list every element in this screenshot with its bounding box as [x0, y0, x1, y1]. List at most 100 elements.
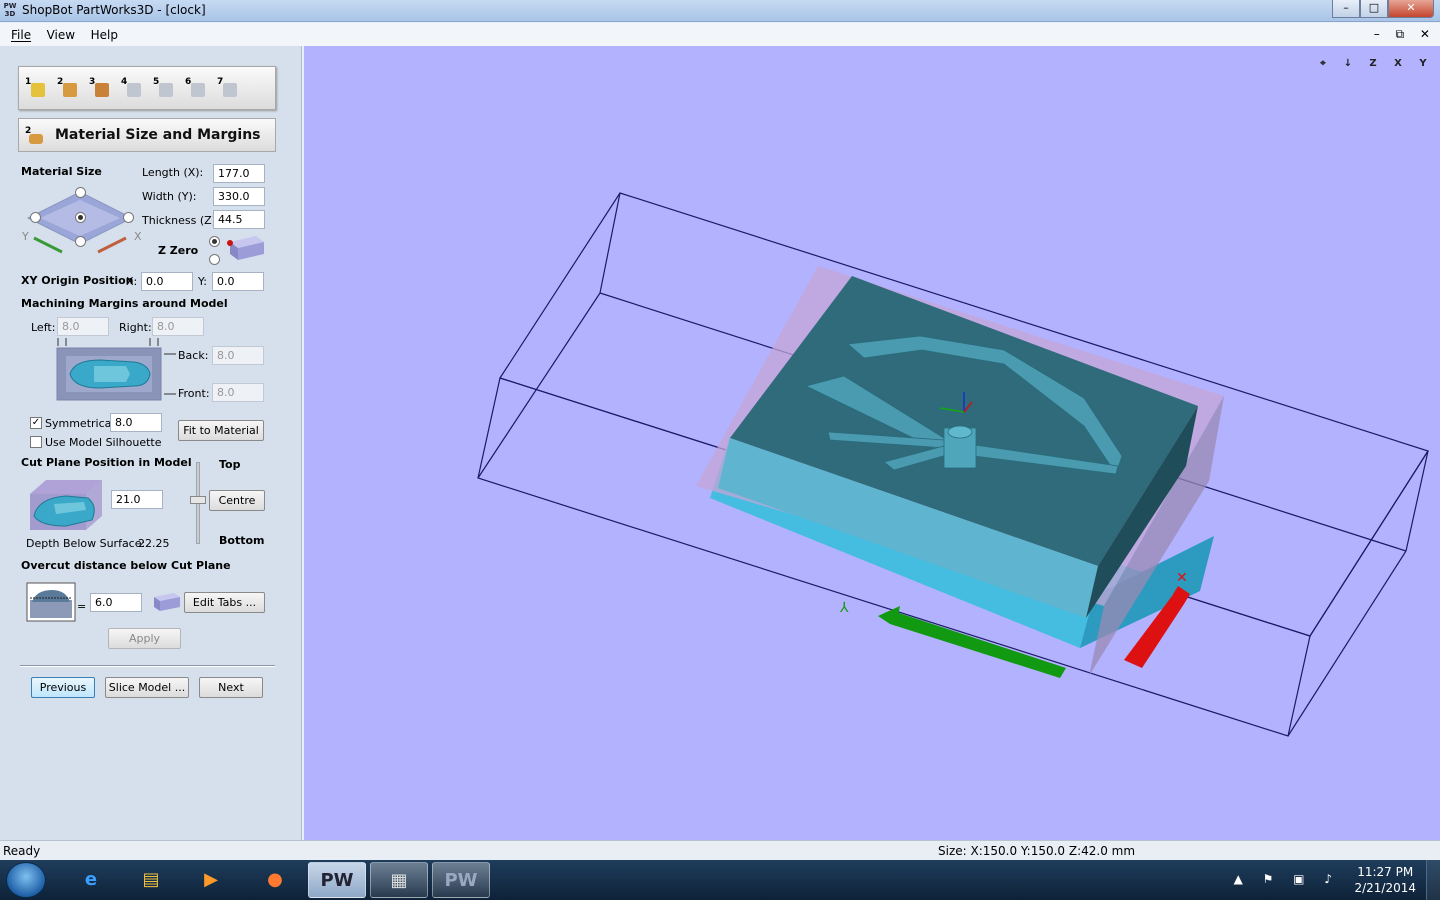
slice-model-button[interactable]: Slice Model ... — [105, 677, 189, 698]
xy-origin-label: XY Origin Position — [21, 274, 134, 287]
edit-tabs-button[interactable]: Edit Tabs ... — [184, 592, 265, 613]
taskbar-partworks3d-icon[interactable]: PW — [308, 862, 366, 898]
taskbar-explorer-icon[interactable]: ▤ — [122, 862, 180, 898]
view-toolbar: ⌖ ↓ Z X Y — [1312, 54, 1434, 74]
depth-below-surface-label: Depth Below Surface: — [26, 537, 146, 550]
origin-radio-center[interactable] — [75, 212, 86, 223]
taskbar-media-icon[interactable]: ▶ — [182, 862, 240, 898]
material-step-icon: 2 — [25, 126, 45, 146]
origin-x-input[interactable]: 0.0 — [141, 272, 193, 291]
step-4-button[interactable]: 4 — [121, 77, 145, 101]
length-label: Length (X): — [142, 166, 204, 179]
thickness-input[interactable]: 44.5 — [213, 210, 265, 229]
margins-heading: Machining Margins around Model — [21, 297, 228, 310]
previous-button[interactable]: Previous — [31, 677, 95, 698]
taskbar-clock[interactable]: 11:27 PM 2/21/2014 — [1354, 864, 1416, 896]
origin-radio-front[interactable] — [75, 236, 86, 247]
origin-y-label: Y: — [198, 275, 207, 288]
step-2-button[interactable]: 2 — [57, 77, 81, 101]
diagram-y-axis-label: Y — [22, 230, 29, 243]
tabs-block-icon — [154, 593, 180, 611]
model-size-status: Size: X:150.0 Y:150.0 Z:42.0 mm — [938, 844, 1136, 858]
taskbar-partworks-icon[interactable]: PW — [432, 862, 490, 898]
margin-back-input[interactable]: 8.0 — [212, 346, 264, 365]
symmetrical-checkbox[interactable]: ✓ — [30, 417, 42, 429]
use-silhouette-label: Use Model Silhouette — [45, 436, 162, 449]
width-input[interactable]: 330.0 — [213, 187, 265, 206]
step-4-icon — [127, 83, 141, 97]
origin-y-input[interactable]: 0.0 — [212, 272, 264, 291]
taskbar-ie-icon[interactable]: e — [62, 862, 120, 898]
window-title: ShopBot PartWorks3D - [clock] — [22, 3, 206, 17]
x-axis-marker: ✕ — [1176, 570, 1188, 586]
menu-bar: File View Help – ⧉ ✕ — [0, 23, 1440, 46]
menu-view[interactable]: View — [41, 23, 81, 42]
overcut-input[interactable]: 6.0 — [90, 593, 142, 612]
model-view-canvas[interactable]: ✕ ⅄ — [304, 46, 1440, 840]
step-7-icon — [223, 83, 237, 97]
apply-button[interactable]: Apply — [108, 628, 181, 649]
step-6-icon — [191, 83, 205, 97]
next-button[interactable]: Next — [199, 677, 263, 698]
status-bar: Ready Size: X:150.0 Y:150.0 Z:42.0 mm — [0, 840, 1440, 860]
taskbar: e ▤ ▶ ● PW ▦ PW ▲ ⚑ ▣ ♪ 11:27 PM 2/21/20… — [0, 860, 1440, 900]
left-panel: 1 2 3 4 5 6 7 2 Material Size and Margin… — [0, 46, 302, 840]
cut-plane-slider-handle[interactable] — [190, 496, 206, 504]
centre-button[interactable]: Centre — [209, 490, 265, 511]
overcut-equals-sign: = — [77, 600, 87, 613]
cut-plane-bottom-label: Bottom — [219, 534, 265, 547]
symmetrical-margin-input[interactable]: 8.0 — [110, 413, 162, 432]
maximize-button[interactable]: □ — [1360, 0, 1388, 18]
minimize-button[interactable]: – — [1332, 0, 1360, 18]
iso-view-icon[interactable]: ↓ — [1337, 54, 1359, 74]
margins-car-diagram — [56, 338, 176, 401]
fit-view-icon[interactable]: ⌖ — [1312, 54, 1334, 74]
3d-viewport[interactable]: ✕ ⅄ ⌖ ↓ Z X Y — [304, 46, 1440, 840]
step-5-icon — [159, 83, 173, 97]
taskbar-firefox-icon[interactable]: ● — [246, 862, 304, 898]
z-zero-bottom-radio[interactable] — [209, 254, 220, 265]
step-6-button[interactable]: 6 — [185, 77, 209, 101]
view-z-icon[interactable]: Z — [1362, 54, 1384, 74]
cut-plane-input[interactable]: 21.0 — [111, 490, 163, 509]
overcut-heading: Overcut distance below Cut Plane — [21, 559, 231, 572]
taskbar-calculator-icon[interactable]: ▦ — [370, 862, 428, 898]
step-2-icon — [63, 83, 77, 97]
start-button[interactable] — [6, 862, 46, 898]
mdi-window-controls[interactable]: – ⧉ ✕ — [1374, 27, 1436, 42]
view-x-icon[interactable]: X — [1387, 54, 1409, 74]
margin-right-input[interactable]: 8.0 — [152, 317, 204, 336]
view-y-icon[interactable]: Y — [1412, 54, 1434, 74]
depth-below-surface-value: 22.25 — [138, 537, 170, 550]
z-zero-top-radio[interactable] — [209, 236, 220, 247]
diagram-x-axis-label: X — [134, 230, 142, 243]
margin-left-input[interactable]: 8.0 — [57, 317, 109, 336]
width-label: Width (Y): — [142, 190, 197, 203]
section-header: 2 Material Size and Margins — [18, 118, 276, 152]
material-size-heading: Material Size — [21, 165, 102, 178]
panel-divider — [20, 665, 275, 667]
length-input[interactable]: 177.0 — [213, 164, 265, 183]
margin-left-label: Left: — [31, 321, 56, 334]
margin-right-label: Right: — [119, 321, 152, 334]
use-silhouette-checkbox[interactable] — [30, 436, 42, 448]
status-text: Ready — [3, 844, 41, 858]
origin-radio-back[interactable] — [75, 187, 86, 198]
step-5-button[interactable]: 5 — [153, 77, 177, 101]
step-1-button[interactable]: 1 — [25, 77, 49, 101]
origin-radio-right[interactable] — [123, 212, 134, 223]
z-zero-block-icon — [227, 236, 264, 260]
cut-plane-car-icon — [30, 480, 102, 530]
origin-radio-left[interactable] — [30, 212, 41, 223]
menu-file[interactable]: File — [5, 23, 37, 42]
close-button[interactable]: ✕ — [1388, 0, 1434, 18]
system-tray-icons[interactable]: ▲ ⚑ ▣ ♪ — [1234, 872, 1340, 886]
step-7-button[interactable]: 7 — [217, 77, 241, 101]
show-desktop-button[interactable] — [1426, 860, 1440, 900]
origin-x-label: X: — [126, 275, 138, 288]
step-3-button[interactable]: 3 — [89, 77, 113, 101]
fit-to-material-button[interactable]: Fit to Material — [178, 420, 264, 441]
menu-help[interactable]: Help — [85, 23, 124, 42]
clock-time: 11:27 PM — [1357, 865, 1414, 879]
margin-front-input[interactable]: 8.0 — [212, 383, 264, 402]
